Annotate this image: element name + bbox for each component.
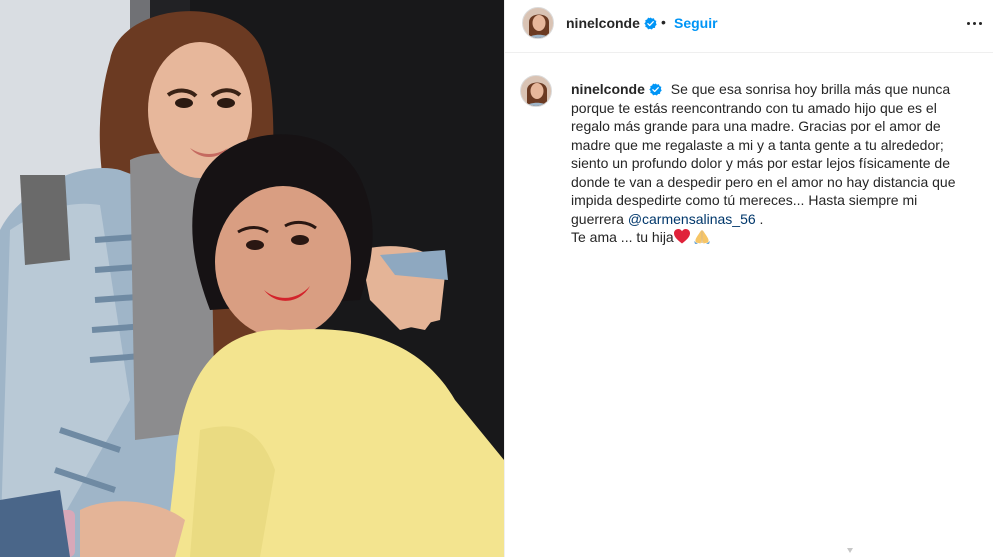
caption-body: ninelconde Se que esa sonrisa hoy brilla… bbox=[571, 80, 971, 228]
user-avatar[interactable] bbox=[522, 7, 554, 39]
post-photo[interactable] bbox=[0, 0, 504, 557]
folded-hands-emoji bbox=[693, 230, 710, 244]
caption-author-username[interactable]: ninelconde bbox=[571, 81, 662, 97]
post-caption: ninelconde Se que esa sonrisa hoy brilla… bbox=[571, 80, 971, 247]
verified-badge-icon bbox=[649, 83, 662, 96]
caption-after-mention: . bbox=[755, 210, 764, 227]
more-dot-icon bbox=[966, 21, 970, 25]
post-author-name-text[interactable]: ninelconde bbox=[566, 15, 640, 31]
caption-text: Se que esa sonrisa hoy brilla más que nu… bbox=[571, 81, 956, 227]
verified-badge-icon bbox=[644, 17, 657, 30]
more-dot-icon bbox=[978, 21, 982, 25]
more-dot-icon bbox=[972, 21, 976, 25]
caption-author-name-text[interactable]: ninelconde bbox=[571, 81, 645, 97]
follow-button[interactable]: Seguir bbox=[674, 15, 718, 31]
red-heart-emoji bbox=[673, 229, 690, 244]
caption-mention-link[interactable]: @carmensalinas_56 bbox=[628, 211, 756, 227]
caption-closing-line: Te ama ... tu hija bbox=[571, 228, 971, 247]
post-detail-panel: ninelconde • Seguir ninelconde Se que es… bbox=[504, 0, 993, 557]
post-author-username[interactable]: ninelconde bbox=[566, 15, 657, 31]
avatar-image bbox=[523, 8, 553, 38]
post-header: ninelconde • Seguir bbox=[505, 0, 993, 53]
scroll-caret-icon bbox=[847, 548, 853, 553]
avatar-image bbox=[521, 76, 551, 106]
more-options-button[interactable] bbox=[963, 12, 985, 34]
caption-closing-text: Te ama ... tu hija bbox=[571, 229, 674, 245]
caption-avatar[interactable] bbox=[520, 75, 552, 107]
header-separator: • bbox=[661, 14, 666, 30]
post-image bbox=[0, 0, 504, 557]
